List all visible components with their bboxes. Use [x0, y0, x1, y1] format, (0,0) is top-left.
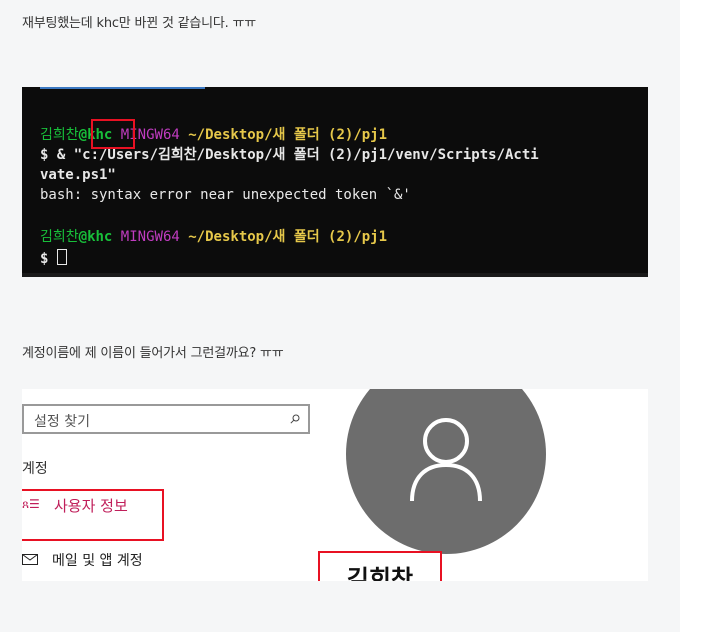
post-paragraph-2: 계정이름에 제 이름이 들어가서 그런걸까요? ㅠㅠ: [22, 346, 284, 361]
terminal-screenshot: 김희찬@khc MINGW64 ~/Desktop/새 폴더 (2)/pj1 $…: [22, 87, 648, 277]
prompt-path: ~/Desktop/새 폴더 (2)/pj1: [188, 127, 388, 143]
terminal-command-line-1: $ & "c:/Users/김희찬/Desktop/새 폴더 (2)/pj1/v…: [40, 147, 539, 163]
search-placeholder: 설정 찾기: [34, 414, 90, 430]
display-name: 김희찬: [346, 565, 414, 581]
sidebar-item-label: 메일 및 앱 계정: [52, 553, 143, 569]
person-icon: [410, 418, 482, 502]
prompt-path: ~/Desktop/새 폴더 (2)/pj1: [188, 229, 388, 245]
section-heading: 계정: [22, 461, 48, 477]
terminal-input-line[interactable]: $: [40, 249, 67, 268]
terminal-error-line: bash: syntax error near unexpected token…: [40, 187, 411, 203]
prompt-username: 김희찬: [40, 127, 79, 143]
text-cursor: [56, 249, 67, 265]
prompt-username: 김희찬: [40, 229, 79, 245]
terminal-prompt-2: 김희찬@khc MINGW64 ~/Desktop/새 폴더 (2)/pj1: [40, 229, 387, 246]
search-icon: [290, 414, 300, 424]
post-content: 재부팅했는데 khc만 바뀐 것 같습니다. ㅠㅠ 김희찬@khc MINGW6…: [0, 0, 680, 632]
post-paragraph-1: 재부팅했는데 khc만 바뀐 것 같습니다. ㅠㅠ: [22, 16, 257, 31]
terminal-bottom-strip: [22, 273, 648, 277]
settings-search-input[interactable]: 설정 찾기: [22, 404, 310, 434]
settings-screenshot: 설정 찾기 계정 ጸ☰ 사용자 정보 메일 및 앱 계정 김희찬: [22, 389, 648, 581]
highlight-box-host: [91, 119, 135, 149]
prompt-host: @khc: [78, 229, 113, 245]
terminal-command-line-2: vate.ps1": [40, 167, 116, 183]
highlight-box-user-info: [22, 489, 164, 541]
prompt-system: MINGW64: [120, 229, 180, 245]
input-prompt: $: [40, 251, 57, 267]
mail-icon: [22, 554, 38, 565]
terminal-tab-strip: [40, 87, 205, 89]
display-name-box: 김희찬: [318, 551, 442, 581]
